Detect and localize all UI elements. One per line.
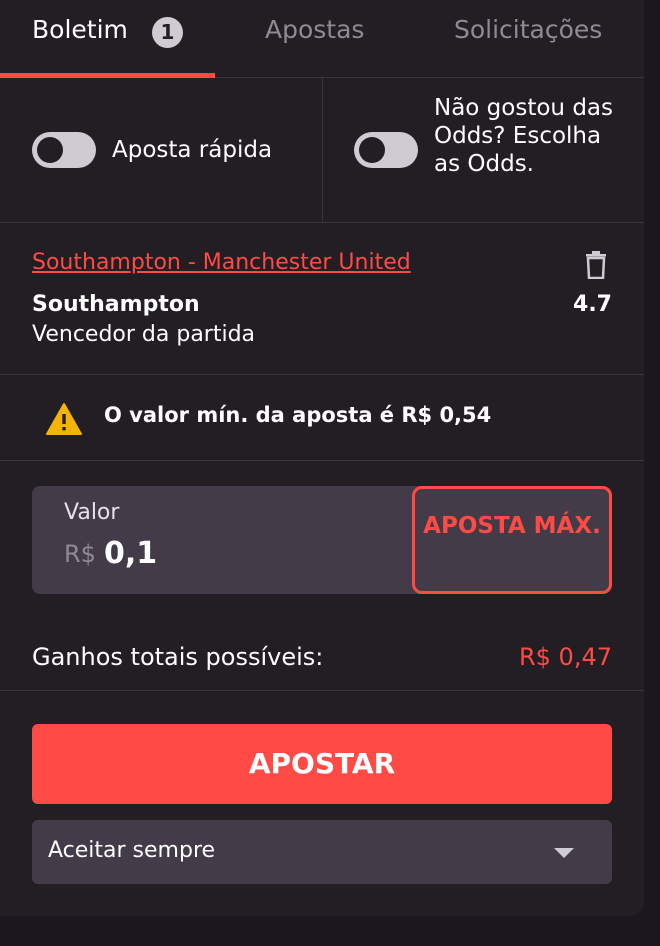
potential-winnings: Ganhos totais possíveis: R$ 0,47 <box>0 623 644 691</box>
quick-bet-toggle[interactable] <box>32 132 96 168</box>
tab-bar: Boletim 1 Apostas Solicitações <box>0 0 644 78</box>
winnings-label: Ganhos totais possíveis: <box>32 643 324 671</box>
chevron-down-icon <box>554 848 574 858</box>
place-bet-button[interactable]: APOSTAR <box>32 724 612 804</box>
selection-team: Southampton <box>32 292 200 317</box>
event-link[interactable]: Southampton - Manchester United <box>32 250 411 275</box>
min-stake-warning: O valor mín. da aposta é R$ 0,54 <box>0 375 644 461</box>
odds-change-selected: Aceitar sempre <box>48 838 216 863</box>
choose-odds-label: Não gostou das Odds? Escolha as Odds. <box>434 95 613 177</box>
warning-text: O valor mín. da aposta é R$ 0,54 <box>104 403 492 427</box>
trash-icon[interactable] <box>584 251 608 279</box>
toggle-knob <box>359 137 385 163</box>
quick-bet-label: Aposta rápida <box>112 137 273 163</box>
tab-solicitacoes[interactable]: Solicitações <box>454 14 602 46</box>
slip-count-badge: 1 <box>152 17 183 48</box>
bet-slip-panel: Boletim 1 Apostas Solicitações Aposta rá… <box>0 0 644 916</box>
tab-boletim[interactable]: Boletim <box>32 14 128 46</box>
selection-odds: 4.7 <box>573 292 612 317</box>
toggle-knob <box>37 137 63 163</box>
max-bet-button[interactable]: APOSTA MÁX. <box>412 486 612 594</box>
stake-currency: R$ <box>64 540 96 568</box>
selection-market: Vencedor da partida <box>32 322 256 347</box>
odds-change-select[interactable]: Aceitar sempre <box>32 820 612 884</box>
stake-input[interactable]: Valor R$ 0,1 APOSTA MÁX. <box>32 486 612 594</box>
toggle-divider <box>322 78 323 223</box>
winnings-value: R$ 0,47 <box>518 643 612 671</box>
stake-value[interactable]: 0,1 <box>104 536 157 571</box>
tab-apostas[interactable]: Apostas <box>265 14 364 46</box>
bet-selection: Southampton - Manchester United Southamp… <box>0 223 644 375</box>
toggle-row: Aposta rápida Não gostou das Odds? Escol… <box>0 78 644 223</box>
warning-icon <box>46 403 82 435</box>
choose-odds-toggle[interactable] <box>354 132 418 168</box>
stake-label: Valor <box>64 500 120 525</box>
